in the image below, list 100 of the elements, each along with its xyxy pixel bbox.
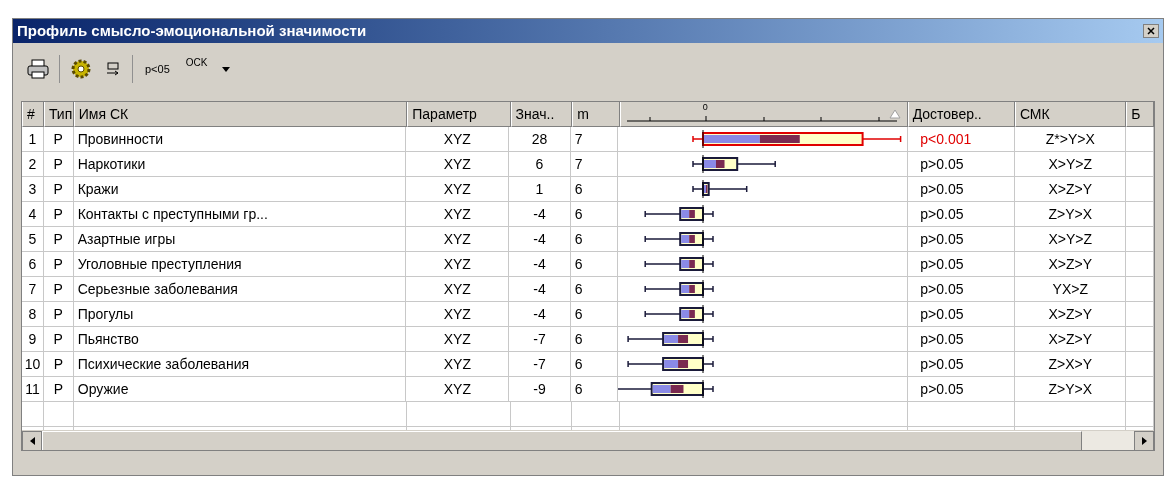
table-cell: Уголовные преступления	[73, 252, 407, 277]
table-cell: P	[43, 177, 74, 202]
table-cell: -4	[509, 227, 571, 252]
table-cell: P	[44, 377, 74, 402]
table-cell: Контакты с преступными гр...	[73, 202, 407, 227]
table-cell: XYZ	[406, 327, 510, 352]
table-cell: Кражи	[73, 177, 407, 202]
table-cell: X>Z>Y	[1015, 327, 1127, 352]
column-header[interactable]: Параметр	[407, 102, 511, 127]
column-header[interactable]: Достовер..	[907, 102, 1015, 127]
table-cell: 4	[22, 202, 44, 227]
right-arrow-icon	[1141, 437, 1147, 445]
table-cell: 6	[570, 327, 619, 352]
empty-cell	[1126, 402, 1154, 427]
empty-cell	[22, 402, 44, 427]
table-cell: 7	[570, 152, 619, 177]
table-cell: p<0.001	[908, 127, 1016, 152]
table-cell: XYZ	[406, 177, 510, 202]
scroll-right-button[interactable]	[1134, 431, 1154, 450]
left-arrow-icon	[29, 437, 35, 445]
empty-cell	[1126, 302, 1154, 327]
table-cell: Оружие	[73, 377, 407, 402]
table-cell: 6	[570, 202, 619, 227]
table-cell: P	[43, 302, 74, 327]
table-cell: XYZ	[406, 152, 510, 177]
table-cell: XYZ	[406, 302, 510, 327]
empty-cell	[1126, 152, 1154, 177]
table-cell: 6	[570, 252, 619, 277]
table-cell: XYZ	[406, 202, 510, 227]
table-cell: Пьянство	[73, 327, 407, 352]
table-cell: -9	[509, 377, 571, 402]
table-cell: -4	[509, 302, 571, 327]
ock-button[interactable]: OCK	[181, 55, 212, 70]
table-cell: X>Y>Z	[1015, 152, 1127, 177]
table-cell: 11	[22, 377, 44, 402]
column-header[interactable]: СМК	[1014, 102, 1127, 127]
empty-cell	[1126, 202, 1154, 227]
caret-icon	[222, 66, 231, 72]
table-cell: Серьезные заболевания	[73, 277, 407, 302]
table-cell: Z>Y>X	[1015, 202, 1127, 227]
print-button[interactable]	[25, 56, 51, 82]
table-cell: -4	[509, 202, 571, 227]
table-cell: Z>X>Y	[1015, 352, 1127, 377]
table-cell: p>0.05	[908, 352, 1016, 377]
table-cell: p>0.05	[908, 252, 1016, 277]
close-icon	[1147, 27, 1155, 35]
table-cell: 6	[570, 352, 619, 377]
empty-cell	[1126, 252, 1154, 277]
gear-icon	[70, 58, 92, 80]
p-level-button[interactable]: p<05	[141, 60, 174, 78]
table-cell: 6	[570, 302, 619, 327]
empty-cell	[1126, 377, 1154, 402]
table-cell: P	[43, 252, 74, 277]
table-cell: P	[43, 227, 74, 252]
column-header[interactable]: Знач..	[510, 102, 573, 127]
table-cell: 1	[22, 127, 44, 152]
table-cell: P	[43, 127, 74, 152]
sort-triangle-icon	[888, 109, 901, 119]
table-cell: 6	[570, 377, 619, 402]
table-cell: 1	[509, 177, 571, 202]
close-button[interactable]	[1143, 24, 1159, 38]
column-header[interactable]: m	[572, 102, 620, 127]
table-cell: 2	[22, 152, 44, 177]
table-cell: -4	[509, 252, 571, 277]
table-cell: p>0.05	[908, 302, 1016, 327]
empty-cell	[1126, 277, 1154, 302]
table-cell: 10	[22, 352, 44, 377]
scroll-left-button[interactable]	[22, 431, 42, 450]
table-cell: 6	[570, 177, 619, 202]
table-cell: 8	[22, 302, 44, 327]
column-header[interactable]: Тип	[43, 102, 74, 127]
table-cell: 7	[22, 277, 44, 302]
table-cell: p>0.05	[908, 377, 1016, 402]
column-header[interactable]: Имя СК	[73, 102, 408, 127]
table-cell: X>Z>Y	[1015, 177, 1127, 202]
table-cell: 9	[22, 327, 44, 352]
column-header[interactable]: #	[22, 102, 44, 127]
table-cell: 7	[570, 127, 619, 152]
empty-cell	[510, 402, 573, 427]
table-cell: p>0.05	[908, 177, 1016, 202]
table-cell: p>0.05	[908, 327, 1016, 352]
table-cell: 6	[509, 152, 571, 177]
window-arrow-icon	[106, 62, 120, 76]
column-header[interactable]: Б	[1126, 102, 1154, 127]
table-cell: XYZ	[406, 277, 510, 302]
table-cell: Провинности	[73, 127, 407, 152]
table-cell: XYZ	[406, 352, 510, 377]
table-cell: YX>Z	[1015, 277, 1127, 302]
zero-label: 0	[702, 103, 708, 112]
table-cell: XYZ	[406, 252, 510, 277]
table-cell: P	[43, 327, 74, 352]
table-cell: P	[44, 352, 74, 377]
table-cell: 5	[22, 227, 44, 252]
table-cell: p>0.05	[908, 277, 1016, 302]
empty-cell	[1126, 127, 1154, 152]
empty-cell	[1126, 327, 1154, 352]
table-cell: P	[43, 277, 74, 302]
scale-header[interactable]: 0	[619, 102, 908, 127]
table-cell: XYZ	[406, 127, 510, 152]
table-cell: 3	[22, 177, 44, 202]
